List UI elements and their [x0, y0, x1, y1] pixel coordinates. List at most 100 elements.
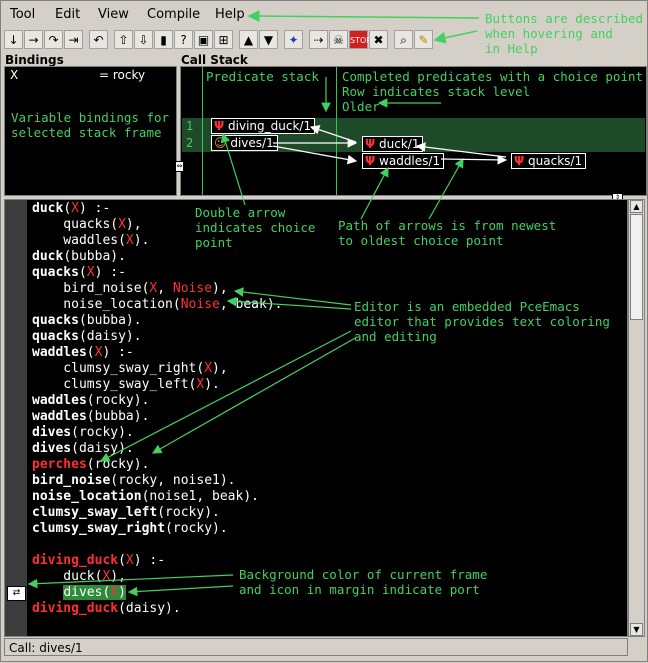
stack-level-1: 1 — [186, 119, 194, 133]
code-token: quacks — [32, 313, 79, 328]
stack-up-icon[interactable]: ▲ — [239, 30, 258, 49]
code-line[interactable]: quacks(bubba). — [32, 313, 282, 329]
code-token: clumsy_sway_left( — [32, 377, 197, 392]
retry-icon[interactable]: ↶ — [89, 30, 108, 49]
stop-icon[interactable]: STOP — [349, 30, 371, 49]
down-icon[interactable]: ⇩ — [134, 30, 153, 49]
code-token: ), — [212, 281, 228, 296]
code-token: X — [110, 585, 119, 600]
binding-var[interactable]: X — [10, 68, 18, 82]
call-port-icon: ☺ — [214, 136, 227, 150]
menu-edit[interactable]: Edit — [55, 7, 80, 22]
code-token: diving_duck — [32, 553, 119, 568]
code-token: X — [71, 201, 79, 216]
code-token: ). — [133, 233, 150, 248]
finish-icon[interactable]: ⇥ — [64, 30, 83, 49]
stack-level-2: 2 — [186, 136, 194, 150]
code-line[interactable]: clumsy_sway_left(X). — [32, 377, 282, 393]
edit-icon[interactable]: ✎ — [414, 30, 433, 49]
status-bar: Call: dives/1 — [4, 638, 628, 656]
code-token: clumsy_sway_right( — [32, 361, 205, 376]
code-token: bird_noise( — [32, 281, 150, 296]
code-token: ). — [204, 377, 220, 392]
frame-diving-duck[interactable]: Ψ diving_duck/1 — [211, 118, 316, 134]
code-line[interactable]: dives(daisy). — [32, 441, 282, 457]
menu-help[interactable]: Help — [215, 7, 245, 22]
code-token: (rocky). — [165, 521, 228, 536]
source-code[interactable]: duck(X) :- quacks(X), waddles(X). duck(bu… — [32, 201, 282, 617]
up-icon[interactable]: ⇧ — [114, 30, 133, 49]
scroll-thumb[interactable] — [630, 214, 643, 320]
close-icon[interactable]: ✖ — [369, 30, 388, 49]
frame-dives[interactable]: ☺ dives/1 — [211, 135, 278, 151]
binding-value[interactable]: = rocky — [99, 68, 145, 82]
port-margin-icon: ⇄ — [7, 586, 26, 601]
note-path: Path of arrows is from newest to oldest … — [338, 218, 557, 248]
code-token: noise_location — [32, 489, 142, 504]
code-line[interactable]: diving_duck(daisy). — [32, 601, 282, 617]
menu-view[interactable]: View — [98, 7, 129, 22]
frame-duck[interactable]: Ψ duck/1 — [362, 136, 424, 152]
code-line[interactable]: waddles(rocky). — [32, 393, 282, 409]
choicepoint-icon: Ψ — [365, 137, 376, 151]
code-token: ( — [78, 265, 87, 280]
code-token: ), — [212, 361, 228, 376]
code-token: diving_duck — [32, 601, 119, 616]
code-line[interactable]: bird_noise(rocky, noise1). — [32, 473, 282, 489]
code-line[interactable]: noise_location(noise1, beak). — [32, 489, 282, 505]
stack-down-icon[interactable]: ▼ — [259, 30, 278, 49]
code-token: X — [118, 217, 126, 232]
code-token: (noise1, beak). — [141, 489, 259, 504]
note-editor: Editor is an embedded PceEmacs editor th… — [354, 299, 610, 344]
code-line[interactable] — [32, 537, 282, 553]
code-line[interactable]: quacks(daisy). — [32, 329, 282, 345]
code-line[interactable]: clumsy_sway_right(rocky). — [32, 521, 282, 537]
nodebug-exit-icon[interactable]: ⇢ — [309, 30, 328, 49]
debugger-window: Tool Edit View Compile Help ↓ → ↷ ⇥ ↶ ⇧ … — [0, 0, 648, 662]
choicepoint-icon: Ψ — [365, 154, 376, 168]
column-divider — [336, 67, 337, 195]
scroll-up-icon[interactable]: ▲ — [630, 200, 643, 213]
code-line[interactable]: duck(bubba). — [32, 249, 282, 265]
code-line[interactable]: clumsy_sway_right(X), — [32, 361, 282, 377]
skip-icon[interactable]: ↷ — [44, 30, 63, 49]
browse-icon[interactable]: ⊞ — [214, 30, 233, 49]
scroll-down-icon[interactable]: ▼ — [630, 623, 643, 636]
code-token: ( — [63, 201, 72, 216]
code-token: bird_noise — [32, 473, 111, 488]
menu-compile[interactable]: Compile — [147, 7, 200, 22]
query-icon[interactable]: ? — [174, 30, 193, 49]
print-icon[interactable]: ▣ — [194, 30, 213, 49]
code-token: (rocky). — [86, 393, 150, 408]
pane-splitter-icon[interactable]: ⇔ — [175, 161, 184, 172]
code-token: , beak). — [219, 297, 283, 312]
code-line[interactable]: noise_location(Noise, beak). — [32, 297, 282, 313]
code-line[interactable]: bird_noise(X, Noise), — [32, 281, 282, 297]
note-completed: Completed predicates with a choice point… — [342, 69, 644, 114]
code-token: Noise — [180, 297, 220, 312]
frame-quacks[interactable]: Ψ quacks/1 — [511, 153, 587, 169]
code-token: waddles( — [32, 233, 126, 248]
spy-icon[interactable]: ✦ — [284, 30, 303, 49]
code-token: (daisy). — [71, 441, 134, 456]
code-token: ), — [110, 569, 126, 584]
code-line[interactable]: dives(rocky). — [32, 425, 282, 441]
abort-icon[interactable]: ☠ — [329, 30, 348, 49]
column-divider — [202, 67, 203, 195]
code-line[interactable]: quacks(X) :- — [32, 265, 282, 281]
code-token: waddles — [32, 345, 87, 360]
step-over-icon[interactable]: → — [24, 30, 43, 49]
note-predicate-stack: Predicate stack — [206, 69, 319, 84]
code-line[interactable]: waddles(X) :- — [32, 345, 282, 361]
frame-waddles[interactable]: Ψ waddles/1 — [362, 153, 445, 169]
step-into-icon[interactable]: ↓ — [4, 30, 23, 49]
code-line[interactable]: perches(rocky). — [32, 457, 282, 473]
menu-tool[interactable]: Tool — [10, 7, 35, 22]
editor-scrollbar[interactable]: ▲ ▼ — [628, 199, 645, 637]
code-token: waddles — [32, 409, 87, 424]
leap-icon[interactable]: ▮ — [154, 30, 173, 49]
code-line[interactable]: waddles(bubba). — [32, 409, 282, 425]
code-line[interactable]: clumsy_sway_left(rocky). — [32, 505, 282, 521]
search-icon[interactable]: ⌕ — [394, 30, 413, 49]
